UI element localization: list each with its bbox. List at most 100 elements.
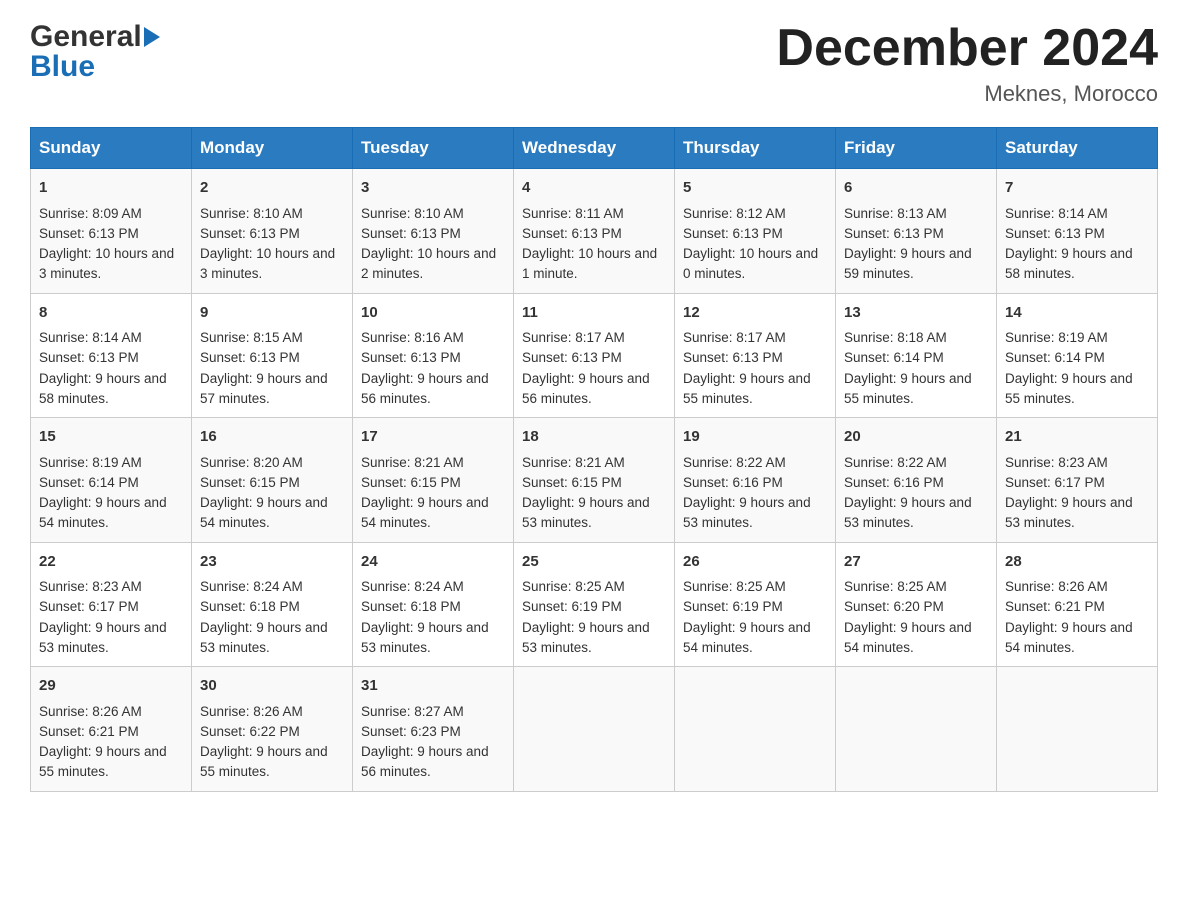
sunset-label: Sunset: 6:19 PM xyxy=(522,599,622,614)
day-number: 18 xyxy=(522,426,666,449)
sunset-label: Sunset: 6:19 PM xyxy=(683,599,783,614)
logo-row1: General xyxy=(30,20,160,54)
sunrise-label: Sunrise: 8:20 AM xyxy=(200,455,303,470)
sunset-label: Sunset: 6:15 PM xyxy=(522,475,622,490)
daylight-label: Daylight: 9 hours and 55 minutes. xyxy=(1005,371,1133,406)
daylight-label: Daylight: 9 hours and 54 minutes. xyxy=(39,495,167,530)
sunrise-label: Sunrise: 8:23 AM xyxy=(39,579,142,594)
sunset-label: Sunset: 6:13 PM xyxy=(844,226,944,241)
day-cell: 19Sunrise: 8:22 AMSunset: 6:16 PMDayligh… xyxy=(675,418,836,543)
sunset-label: Sunset: 6:15 PM xyxy=(361,475,461,490)
day-cell: 27Sunrise: 8:25 AMSunset: 6:20 PMDayligh… xyxy=(836,542,997,667)
sunset-label: Sunset: 6:14 PM xyxy=(844,350,944,365)
day-cell: 24Sunrise: 8:24 AMSunset: 6:18 PMDayligh… xyxy=(353,542,514,667)
day-cell: 20Sunrise: 8:22 AMSunset: 6:16 PMDayligh… xyxy=(836,418,997,543)
daylight-label: Daylight: 9 hours and 58 minutes. xyxy=(39,371,167,406)
day-number: 10 xyxy=(361,302,505,325)
day-number: 25 xyxy=(522,551,666,574)
sunrise-label: Sunrise: 8:21 AM xyxy=(522,455,625,470)
day-number: 5 xyxy=(683,177,827,200)
daylight-label: Daylight: 9 hours and 55 minutes. xyxy=(683,371,811,406)
daylight-label: Daylight: 9 hours and 53 minutes. xyxy=(39,620,167,655)
sunset-label: Sunset: 6:13 PM xyxy=(683,226,783,241)
daylight-label: Daylight: 10 hours and 1 minute. xyxy=(522,246,657,281)
day-cell: 28Sunrise: 8:26 AMSunset: 6:21 PMDayligh… xyxy=(997,542,1158,667)
daylight-label: Daylight: 10 hours and 2 minutes. xyxy=(361,246,496,281)
week-row-3: 15Sunrise: 8:19 AMSunset: 6:14 PMDayligh… xyxy=(31,418,1158,543)
daylight-label: Daylight: 9 hours and 56 minutes. xyxy=(522,371,650,406)
location-text: Meknes, Morocco xyxy=(776,81,1158,107)
day-number: 7 xyxy=(1005,177,1149,200)
daylight-label: Daylight: 9 hours and 56 minutes. xyxy=(361,744,489,779)
day-number: 30 xyxy=(200,675,344,698)
sunrise-label: Sunrise: 8:19 AM xyxy=(1005,330,1108,345)
day-number: 28 xyxy=(1005,551,1149,574)
sunrise-label: Sunrise: 8:17 AM xyxy=(683,330,786,345)
day-number: 2 xyxy=(200,177,344,200)
title-block: December 2024 Meknes, Morocco xyxy=(776,20,1158,107)
sunrise-label: Sunrise: 8:09 AM xyxy=(39,206,142,221)
logo-blue-text: Blue xyxy=(30,50,160,84)
sunrise-label: Sunrise: 8:13 AM xyxy=(844,206,947,221)
day-cell: 17Sunrise: 8:21 AMSunset: 6:15 PMDayligh… xyxy=(353,418,514,543)
daylight-label: Daylight: 9 hours and 53 minutes. xyxy=(844,495,972,530)
page-header: General Blue December 2024 Meknes, Moroc… xyxy=(30,20,1158,107)
sunrise-label: Sunrise: 8:25 AM xyxy=(683,579,786,594)
day-number: 20 xyxy=(844,426,988,449)
daylight-label: Daylight: 9 hours and 56 minutes. xyxy=(361,371,489,406)
daylight-label: Daylight: 9 hours and 54 minutes. xyxy=(1005,620,1133,655)
header-day-friday: Friday xyxy=(836,128,997,169)
sunset-label: Sunset: 6:21 PM xyxy=(1005,599,1105,614)
daylight-label: Daylight: 9 hours and 58 minutes. xyxy=(1005,246,1133,281)
week-row-1: 1 Sunrise: 8:09 AM Sunset: 6:13 PM Daylight… xyxy=(31,169,1158,294)
day-cell: 22Sunrise: 8:23 AMSunset: 6:17 PMDayligh… xyxy=(31,542,192,667)
daylight-label: Daylight: 10 hours and 0 minutes. xyxy=(683,246,818,281)
sunrise-label: Sunrise: 8:14 AM xyxy=(1005,206,1108,221)
sunset-label: Sunset: 6:18 PM xyxy=(200,599,300,614)
sunset-label: Sunset: 6:13 PM xyxy=(683,350,783,365)
day-cell: 25Sunrise: 8:25 AMSunset: 6:19 PMDayligh… xyxy=(514,542,675,667)
sunrise-label: Sunrise: 8:11 AM xyxy=(522,206,624,221)
sunrise-label: Sunrise: 8:21 AM xyxy=(361,455,464,470)
daylight-label: Daylight: 9 hours and 53 minutes. xyxy=(683,495,811,530)
day-cell: 23Sunrise: 8:24 AMSunset: 6:18 PMDayligh… xyxy=(192,542,353,667)
sunrise-label: Sunrise: 8:24 AM xyxy=(200,579,303,594)
day-cell: 6Sunrise: 8:13 AMSunset: 6:13 PMDaylight… xyxy=(836,169,997,294)
sunrise-label: Sunrise: 8:26 AM xyxy=(39,704,142,719)
day-cell: 12Sunrise: 8:17 AMSunset: 6:13 PMDayligh… xyxy=(675,293,836,418)
day-cell: 21Sunrise: 8:23 AMSunset: 6:17 PMDayligh… xyxy=(997,418,1158,543)
week-row-4: 22Sunrise: 8:23 AMSunset: 6:17 PMDayligh… xyxy=(31,542,1158,667)
daylight-label: Daylight: 9 hours and 59 minutes. xyxy=(844,246,972,281)
sunset-label: Sunset: 6:23 PM xyxy=(361,724,461,739)
calendar-header: SundayMondayTuesdayWednesdayThursdayFrid… xyxy=(31,128,1158,169)
month-title: December 2024 xyxy=(776,20,1158,77)
daylight-label: Daylight: 9 hours and 55 minutes. xyxy=(844,371,972,406)
header-row: SundayMondayTuesdayWednesdayThursdayFrid… xyxy=(31,128,1158,169)
day-cell: 9Sunrise: 8:15 AMSunset: 6:13 PMDaylight… xyxy=(192,293,353,418)
header-day-wednesday: Wednesday xyxy=(514,128,675,169)
header-day-saturday: Saturday xyxy=(997,128,1158,169)
day-cell: 18Sunrise: 8:21 AMSunset: 6:15 PMDayligh… xyxy=(514,418,675,543)
day-number: 1 xyxy=(39,177,183,200)
day-cell: 10Sunrise: 8:16 AMSunset: 6:13 PMDayligh… xyxy=(353,293,514,418)
sunrise-label: Sunrise: 8:18 AM xyxy=(844,330,947,345)
sunset-label: Sunset: 6:22 PM xyxy=(200,724,300,739)
header-day-monday: Monday xyxy=(192,128,353,169)
sunset-label: Sunset: 6:21 PM xyxy=(39,724,139,739)
sunset-label: Sunset: 6:13 PM xyxy=(39,226,139,241)
sunset-label: Sunset: 6:13 PM xyxy=(361,350,461,365)
daylight-label: Daylight: 10 hours and 3 minutes. xyxy=(39,246,174,281)
day-cell: 2Sunrise: 8:10 AMSunset: 6:13 PMDaylight… xyxy=(192,169,353,294)
sunset-label: Sunset: 6:18 PM xyxy=(361,599,461,614)
sunrise-label: Sunrise: 8:22 AM xyxy=(683,455,786,470)
day-cell: 14Sunrise: 8:19 AMSunset: 6:14 PMDayligh… xyxy=(997,293,1158,418)
day-cell: 31Sunrise: 8:27 AMSunset: 6:23 PMDayligh… xyxy=(353,667,514,792)
day-cell xyxy=(675,667,836,792)
day-number: 23 xyxy=(200,551,344,574)
daylight-label: Daylight: 9 hours and 57 minutes. xyxy=(200,371,328,406)
day-cell: 26Sunrise: 8:25 AMSunset: 6:19 PMDayligh… xyxy=(675,542,836,667)
day-number: 16 xyxy=(200,426,344,449)
day-cell: 5Sunrise: 8:12 AMSunset: 6:13 PMDaylight… xyxy=(675,169,836,294)
logo-arrow-icon xyxy=(144,27,160,47)
day-number: 29 xyxy=(39,675,183,698)
